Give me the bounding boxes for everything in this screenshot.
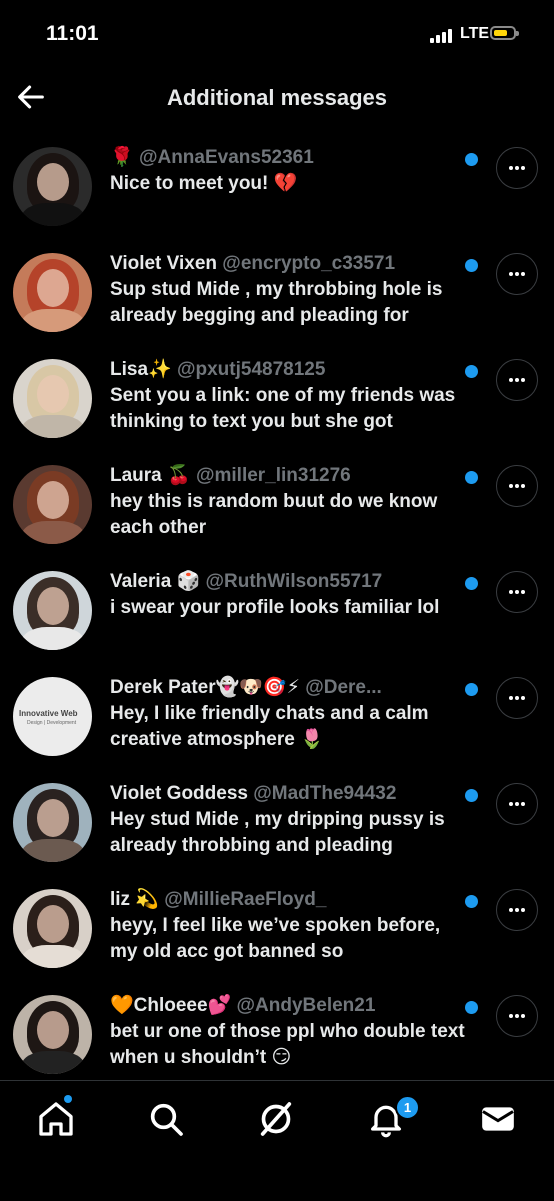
sender-handle: @MillieRaeFloyd_ [164, 889, 327, 910]
more-options-button[interactable] [496, 571, 538, 613]
unread-dot [465, 1001, 478, 1014]
sender-handle: @AnnaEvans52361 [138, 147, 314, 168]
avatar[interactable] [13, 783, 92, 862]
sender-handle: @miller_lin31276 [195, 465, 351, 486]
message-preview: bet ur one of those ppl who double text … [110, 1021, 465, 1068]
message-row[interactable]: liz 💫 @MillieRaeFloyd_ heyy, I feel like… [0, 877, 554, 983]
page-title: Additional messages [166, 85, 388, 110]
unread-dot [465, 895, 478, 908]
message-row[interactable]: Innovative Web Design | Development Dere… [0, 665, 554, 771]
message-preview: Hey stud Mide , my dripping pussy is alr… [110, 809, 445, 856]
sender-handle: @RuthWilson55717 [205, 571, 383, 592]
home-unread-dot [64, 1095, 72, 1103]
message-row[interactable]: Violet Goddess @MadThe94432 Hey stud Mid… [0, 771, 554, 877]
unread-dot [465, 577, 478, 590]
more-options-button[interactable] [496, 677, 538, 719]
avatar[interactable] [13, 889, 92, 968]
sender-name: 🌹 [110, 147, 134, 168]
battery-icon [490, 26, 519, 40]
notifications-badge: 1 [395, 1095, 420, 1120]
message-content[interactable]: liz 💫 @MillieRaeFloyd_ heyy, I feel like… [110, 887, 470, 965]
message-preview: Hey, I like friendly chats and a calm cr… [110, 703, 429, 750]
sender-name: Violet Vixen [110, 253, 218, 274]
sender-name: Lisa✨ [110, 359, 172, 380]
avatar[interactable] [13, 571, 92, 650]
message-content[interactable]: Derek Pater👻🐶🎯⚡ @Dere... Hey, I like fri… [110, 675, 470, 753]
message-content[interactable]: 🧡Chloeee💕 @AndyBelen21 bet ur one of tho… [110, 993, 470, 1071]
unread-dot [465, 259, 478, 272]
signal-icon [430, 27, 456, 43]
sender-name: 🧡Chloeee💕 [110, 995, 232, 1016]
unread-dot [465, 789, 478, 802]
avatar-logo-subtext: Design | Development [27, 720, 77, 726]
more-options-button[interactable] [496, 465, 538, 507]
avatar[interactable] [13, 995, 92, 1074]
network-label: LTE [460, 25, 490, 42]
message-preview: i swear your profile looks familiar lol [110, 597, 440, 618]
message-content[interactable]: Violet Goddess @MadThe94432 Hey stud Mid… [110, 781, 470, 859]
unread-dot [465, 471, 478, 484]
message-row[interactable]: Laura 🍒 @miller_lin31276 hey this is ran… [0, 453, 554, 559]
message-preview: Nice to meet you! 💔 [110, 173, 298, 194]
sender-name: Valeria 🎲 [110, 571, 201, 592]
messages-mail-icon[interactable] [478, 1099, 518, 1139]
message-content[interactable]: Valeria 🎲 @RuthWilson55717 i swear your … [110, 569, 470, 621]
more-options-button[interactable] [496, 359, 538, 401]
more-options-button[interactable] [496, 147, 538, 189]
status-time: 11:01 [46, 22, 99, 45]
unread-dot [465, 153, 478, 166]
message-content[interactable]: Violet Vixen @encrypto_c33571 Sup stud M… [110, 251, 470, 329]
sender-handle: @MadThe94432 [253, 783, 397, 804]
search-icon[interactable] [146, 1099, 186, 1139]
message-row[interactable]: Lisa✨ @pxutj54878125 Sent you a link: on… [0, 347, 554, 453]
header: Additional messages [0, 70, 554, 130]
sender-name: liz 💫 [110, 889, 159, 910]
sender-name: Violet Goddess [110, 783, 248, 804]
grok-icon[interactable] [256, 1099, 296, 1139]
sender-handle: @Dere... [305, 677, 382, 698]
sender-name: Derek Pater👻🐶🎯⚡ [110, 677, 300, 698]
message-preview: hey this is random buut do we know each … [110, 491, 438, 538]
home-icon[interactable] [36, 1099, 76, 1139]
more-options-button[interactable] [496, 783, 538, 825]
message-row[interactable]: 🧡Chloeee💕 @AndyBelen21 bet ur one of tho… [0, 983, 554, 1089]
avatar[interactable] [13, 465, 92, 544]
avatar[interactable]: Innovative Web Design | Development [13, 677, 92, 756]
sender-handle: @AndyBelen21 [236, 995, 376, 1016]
avatar-logo-text: Innovative Web [19, 709, 78, 718]
unread-dot [465, 683, 478, 696]
more-options-button[interactable] [496, 253, 538, 295]
message-preview: Sent you a link: one of my friends was t… [110, 385, 456, 432]
avatar[interactable] [13, 253, 92, 332]
message-preview: Sup stud Mide , my throbbing hole is alr… [110, 279, 443, 326]
sender-handle: @pxutj54878125 [176, 359, 326, 380]
message-preview: heyy, I feel like we’ve spoken before, m… [110, 915, 441, 962]
message-content[interactable]: 🌹 @AnnaEvans52361 Nice to meet you! 💔 [110, 145, 470, 197]
sender-handle: @encrypto_c33571 [222, 253, 396, 274]
unread-dot [465, 365, 478, 378]
status-bar: 11:01 LTE [0, 0, 554, 70]
bottom-tab-bar: 1 [0, 1080, 554, 1201]
message-row[interactable]: Valeria 🎲 @RuthWilson55717 i swear your … [0, 559, 554, 665]
more-options-button[interactable] [496, 995, 538, 1037]
message-row[interactable]: Violet Vixen @encrypto_c33571 Sup stud M… [0, 241, 554, 347]
more-options-button[interactable] [496, 889, 538, 931]
avatar[interactable] [13, 147, 92, 226]
sender-name: Laura 🍒 [110, 465, 191, 486]
message-row[interactable]: 🌹 @AnnaEvans52361 Nice to meet you! 💔 [0, 135, 554, 241]
message-content[interactable]: Laura 🍒 @miller_lin31276 hey this is ran… [110, 463, 470, 541]
message-content[interactable]: Lisa✨ @pxutj54878125 Sent you a link: on… [110, 357, 470, 435]
avatar[interactable] [13, 359, 92, 438]
message-list: 🌹 @AnnaEvans52361 Nice to meet you! 💔 Vi… [0, 135, 554, 1089]
